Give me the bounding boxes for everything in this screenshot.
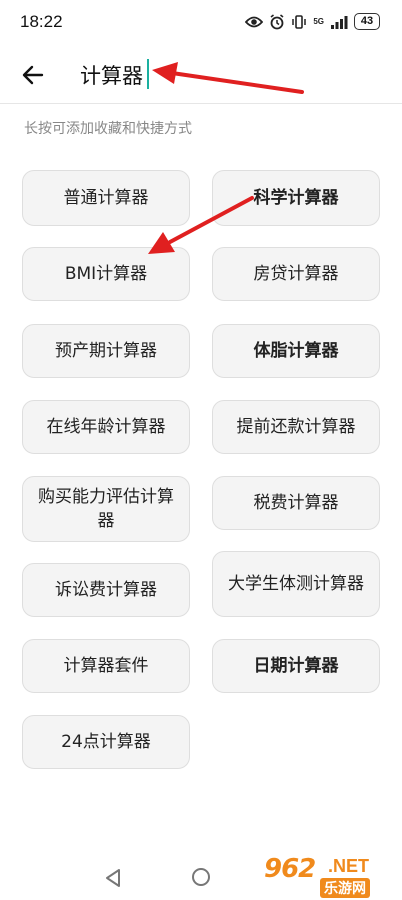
text-caret	[147, 59, 149, 89]
back-button[interactable]	[18, 60, 48, 90]
arrow-left-icon	[22, 65, 44, 85]
calculator-tile[interactable]: 税费计算器	[212, 476, 380, 530]
status-bar: 18:22 5G 43	[0, 0, 402, 46]
search-input[interactable]	[80, 58, 380, 92]
calculator-label: 税费计算器	[253, 493, 339, 513]
watermark-name: 乐游网	[320, 878, 370, 898]
search-header	[0, 46, 402, 104]
circle-home-icon[interactable]	[191, 867, 211, 887]
calculator-tile[interactable]: 诉讼费计算器	[22, 563, 190, 617]
calculator-tile[interactable]: 提前还款计算器	[212, 400, 380, 454]
calculator-label: 计算器套件	[63, 656, 149, 676]
calculator-tile[interactable]: 预产期计算器	[22, 324, 190, 378]
calculator-tile[interactable]: 房贷计算器	[212, 247, 380, 301]
calculator-label: 购买能力评估计算器	[38, 487, 174, 531]
calculator-tile[interactable]: 日期计算器	[212, 639, 380, 693]
triangle-back-icon[interactable]	[104, 868, 122, 888]
status-icons: 5G 43	[245, 13, 380, 30]
calculator-label: 房贷计算器	[253, 264, 339, 284]
calculator-tile[interactable]: 24点计算器	[22, 715, 190, 769]
watermark-logo: 962 .NET 乐游网	[262, 852, 396, 898]
alarm-icon	[270, 13, 284, 29]
battery-icon: 43	[354, 13, 380, 30]
calculator-tile[interactable]: 体脂计算器	[212, 324, 380, 378]
calculator-label: 日期计算器	[253, 656, 339, 676]
calculator-label: 体脂计算器	[253, 341, 339, 361]
hint-text: 长按可添加收藏和快捷方式	[24, 121, 192, 137]
watermark-domain: .NET	[328, 856, 370, 876]
battery-level: 43	[360, 15, 374, 27]
calculator-label: 科学计算器	[253, 188, 339, 208]
calculator-label: 诉讼费计算器	[55, 580, 157, 600]
calculator-label: 24点计算器	[61, 732, 151, 752]
signal-icon	[331, 15, 348, 29]
calculator-tile[interactable]: 科学计算器	[212, 170, 380, 226]
watermark-number: 962	[264, 854, 316, 884]
calculator-label: 预产期计算器	[55, 341, 157, 361]
vibrate-icon	[292, 14, 307, 29]
calculator-label: 大学生体测计算器	[228, 574, 364, 594]
calculator-tile[interactable]: 计算器套件	[22, 639, 190, 693]
calculator-tile[interactable]: 普通计算器	[22, 170, 190, 226]
calculator-tile[interactable]: 大学生体测计算器	[212, 551, 380, 617]
calculator-label: BMI计算器	[64, 264, 148, 284]
calculator-label: 提前还款计算器	[236, 417, 356, 437]
calculator-tile[interactable]: 在线年龄计算器	[22, 400, 190, 454]
eye-icon	[245, 16, 264, 27]
status-time: 18:22	[20, 12, 63, 31]
calculator-tile[interactable]: BMI计算器	[22, 247, 190, 301]
calculator-tile[interactable]: 购买能力评估计算器	[22, 476, 190, 542]
calculator-label: 普通计算器	[63, 188, 149, 208]
calculator-label: 在线年龄计算器	[46, 417, 166, 437]
network-type: 5G	[313, 16, 324, 26]
